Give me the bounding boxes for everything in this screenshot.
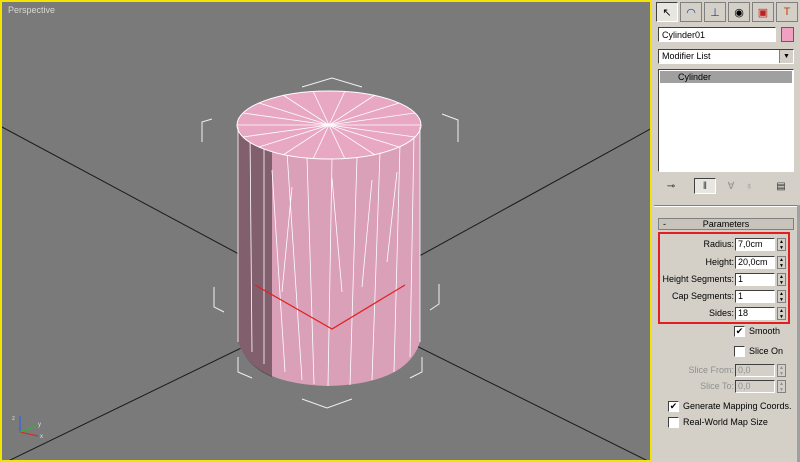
axis-z-label: z xyxy=(12,416,15,422)
cylinder-shadow xyxy=(238,127,272,377)
slice-to-spinner[interactable]: ▲ ▼ xyxy=(777,380,786,393)
cap-segments-spinner[interactable]: ▲ ▼ xyxy=(777,290,786,303)
axis-tripod-icon: z x y xyxy=(12,416,43,440)
motion-tab[interactable]: ◉ xyxy=(728,2,750,22)
height-field[interactable]: 20,0cm xyxy=(735,256,775,269)
height-segments-row: Height Segments: 1 ▲ ▼ xyxy=(652,273,800,287)
slice-to-row: Slice To: 0,0 ▲ ▼ xyxy=(652,380,800,394)
trash-icon: ♁ xyxy=(745,180,753,192)
slice-from-label: Slice From: xyxy=(688,365,734,375)
radius-field[interactable]: 7,0cm xyxy=(735,238,775,251)
sides-label: Sides: xyxy=(708,308,734,318)
curve-modify-icon: ◠ xyxy=(686,6,696,19)
slice-from-row: Slice From: 0,0 ▲ ▼ xyxy=(652,364,800,378)
viewport-label[interactable]: Perspective xyxy=(8,5,55,15)
sides-row: Sides: 18 ▲ ▼ xyxy=(652,307,800,321)
slice-from-spinner[interactable]: ▲ ▼ xyxy=(777,364,786,377)
display-tab[interactable]: ▣ xyxy=(752,2,774,22)
modifier-stack[interactable]: Cylinder xyxy=(658,69,794,172)
parameters-rollout-header[interactable]: - Parameters xyxy=(658,218,794,230)
sides-spinner[interactable]: ▲ ▼ xyxy=(777,307,786,320)
cap-segments-label: Cap Segments: xyxy=(671,291,734,301)
object-name-field[interactable]: Cylinder01 xyxy=(658,27,776,42)
chevron-down-icon[interactable]: ▼ xyxy=(779,50,793,63)
parameters-title: Parameters xyxy=(702,219,750,229)
collapse-icon: - xyxy=(663,219,666,229)
modifier-list-dropdown[interactable]: Modifier List ▼ xyxy=(658,49,794,64)
utilities-tab[interactable]: T xyxy=(776,2,798,22)
configure-modifier-sets-button[interactable]: ▤ xyxy=(770,178,792,194)
sides-field[interactable]: 18 xyxy=(735,307,775,320)
pin-stack-button[interactable]: ⊸ xyxy=(660,178,682,194)
utilities-hammer-icon: T xyxy=(783,6,791,18)
generate-mapping-row: ✔ Generate Mapping Coords. xyxy=(652,401,800,414)
configure-icon: ▤ xyxy=(776,180,786,192)
radius-row: Radius: 7,0cm ▲ ▼ xyxy=(652,238,800,252)
make-unique-icon: ∀ xyxy=(727,180,735,192)
slice-on-checkbox[interactable] xyxy=(734,346,745,357)
smooth-checkbox[interactable]: ✔ xyxy=(734,326,745,337)
arrow-cursor-icon: ↖ xyxy=(662,6,672,19)
display-icon: ▣ xyxy=(757,6,769,19)
object-color-swatch[interactable] xyxy=(781,27,794,42)
radius-label: Radius: xyxy=(703,239,734,249)
modifier-list-label: Modifier List xyxy=(662,51,711,61)
height-segments-spinner[interactable]: ▲ ▼ xyxy=(777,273,786,286)
remove-modifier-button[interactable]: ♁ xyxy=(738,178,760,194)
axis-x-label: x xyxy=(40,434,43,440)
real-world-label[interactable]: Real-World Map Size xyxy=(683,417,768,428)
height-spinner[interactable]: ▲ ▼ xyxy=(777,256,786,269)
divider xyxy=(654,205,798,207)
show-end-result-button[interactable]: ‖ xyxy=(694,178,716,194)
hierarchy-icon: ⊥ xyxy=(710,6,720,19)
end-result-icon: ‖ xyxy=(702,180,708,192)
slice-on-row: Slice On xyxy=(652,346,800,359)
height-segments-label: Height Segments: xyxy=(662,274,734,284)
slice-on-label[interactable]: Slice On xyxy=(749,346,783,357)
real-world-row: Real-World Map Size xyxy=(652,417,800,430)
slice-from-field[interactable]: 0,0 xyxy=(735,364,775,377)
real-world-checkbox[interactable] xyxy=(668,417,679,428)
cap-segments-row: Cap Segments: 1 ▲ ▼ xyxy=(652,290,800,304)
cap-segments-field[interactable]: 1 xyxy=(735,290,775,303)
radius-spinner[interactable]: ▲ ▼ xyxy=(777,238,786,251)
axis-y-label: y xyxy=(38,422,41,428)
create-tab[interactable]: ↖ xyxy=(656,2,678,22)
generate-mapping-label[interactable]: Generate Mapping Coords. xyxy=(683,401,792,412)
stack-item-cylinder[interactable]: Cylinder xyxy=(660,71,792,83)
smooth-label[interactable]: Smooth xyxy=(749,326,780,337)
stack-toolbar: ⊸ ‖ ∀ ♁ ▤ xyxy=(658,178,794,196)
viewport-scene[interactable] xyxy=(2,2,652,462)
pin-icon: ⊸ xyxy=(666,180,676,192)
smooth-row: ✔ Smooth xyxy=(652,326,800,339)
slice-to-field[interactable]: 0,0 xyxy=(735,380,775,393)
motion-icon: ◉ xyxy=(734,6,744,19)
hierarchy-tab[interactable]: ⊥ xyxy=(704,2,726,22)
height-label: Height: xyxy=(705,257,734,267)
perspective-viewport[interactable]: Perspective z x y xyxy=(0,0,652,462)
height-row: Height: 20,0cm ▲ ▼ xyxy=(652,256,800,270)
generate-mapping-checkbox[interactable]: ✔ xyxy=(668,401,679,412)
height-segments-field[interactable]: 1 xyxy=(735,273,775,286)
slice-to-label: Slice To: xyxy=(700,381,734,391)
modify-tab[interactable]: ◠ xyxy=(680,2,702,22)
